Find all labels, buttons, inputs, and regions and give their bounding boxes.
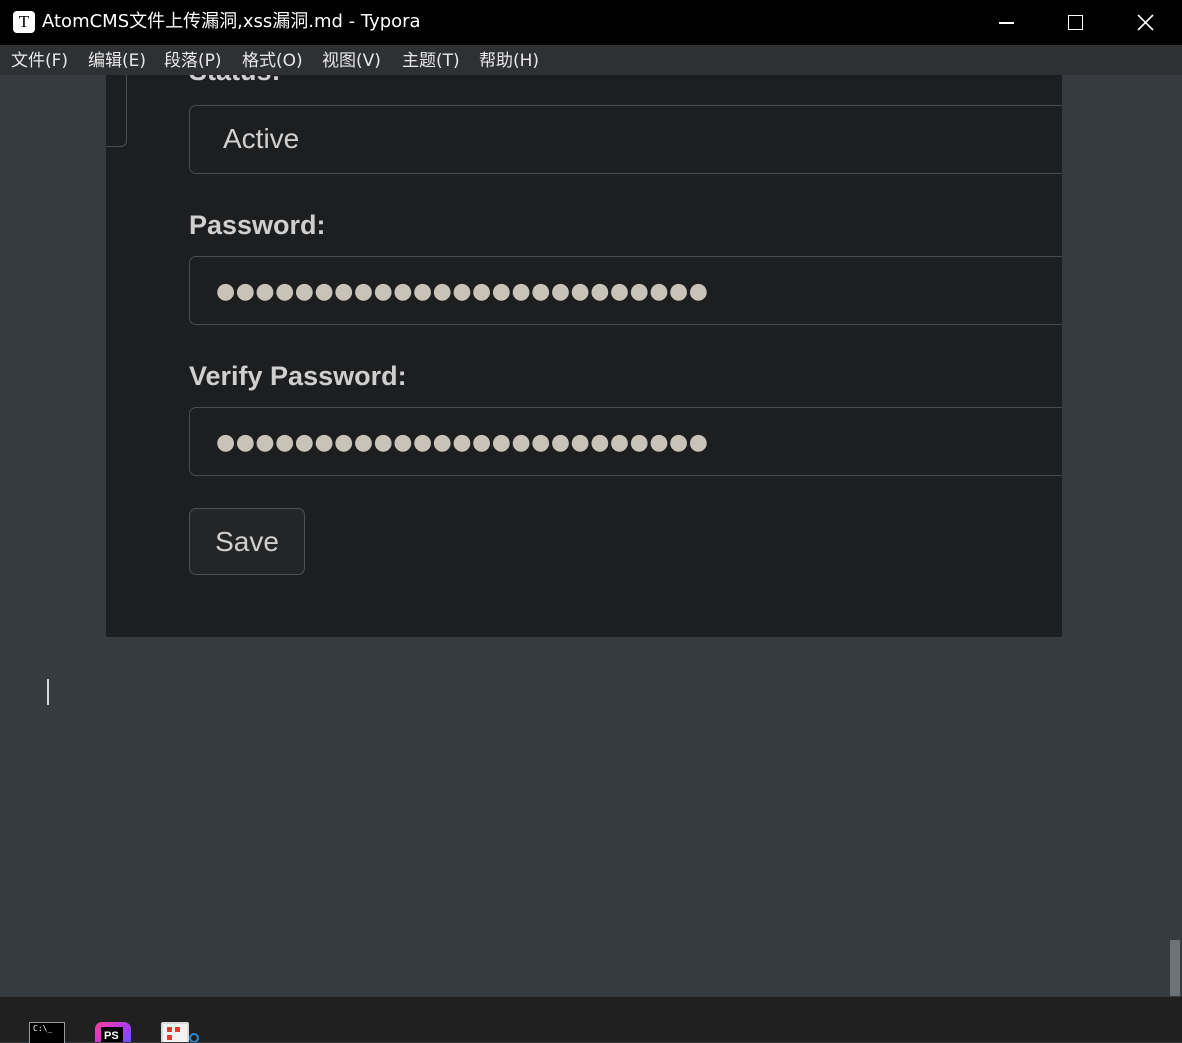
typora-app-icon[interactable]: T: [13, 11, 35, 33]
menu-paragraph[interactable]: 段落(P): [164, 51, 222, 71]
taskbar: C:\_ PS: [0, 996, 1182, 1043]
tool-square-2: [167, 1035, 172, 1040]
phpstorm-icon[interactable]: PS: [95, 1022, 131, 1042]
menu-edit[interactable]: 编辑(E): [88, 51, 146, 71]
status-value: Active: [223, 123, 300, 154]
editor-area[interactable]: Status: Active Password: ●●●●●●●●●●●●●●●…: [0, 75, 1182, 996]
status-label: Status:: [189, 75, 281, 87]
menu-help[interactable]: 帮助(H): [479, 51, 539, 71]
screenshot-tool-frame: [161, 1022, 189, 1042]
phpstorm-label: PS: [104, 1030, 119, 1042]
screenshot-panel-edge: [106, 75, 127, 147]
text-cursor: [47, 679, 49, 705]
vertical-scrollbar-thumb[interactable]: [1170, 940, 1180, 996]
terminal-prompt: C:\_: [33, 1024, 53, 1033]
close-icon: [1137, 14, 1154, 31]
password-dots: ●●●●●●●●●●●●●●●●●●●●●●●●●: [216, 279, 709, 304]
minimize-button[interactable]: [970, 0, 1040, 45]
menu-format[interactable]: 格式(O): [242, 51, 303, 71]
verify-password-dots: ●●●●●●●●●●●●●●●●●●●●●●●●●: [216, 430, 709, 455]
menu-file[interactable]: 文件(F): [11, 51, 68, 71]
menu-theme[interactable]: 主题(T): [402, 51, 460, 71]
maximize-icon: [1068, 15, 1083, 30]
window-title: AtomCMS文件上传漏洞,xss漏洞.md - Typora: [42, 11, 421, 32]
password-label: Password:: [189, 210, 326, 240]
title-bar: T AtomCMS文件上传漏洞,xss漏洞.md - Typora: [0, 0, 1182, 45]
tool-square-1: [167, 1027, 172, 1032]
menu-view[interactable]: 视图(V): [322, 51, 381, 71]
verify-password-label: Verify Password:: [189, 361, 407, 391]
terminal-icon[interactable]: C:\_: [29, 1022, 65, 1043]
screenshot-tool-icon[interactable]: [160, 1022, 200, 1042]
status-field: Active: [189, 105, 1062, 174]
tool-square-3: [175, 1027, 180, 1032]
maximize-button[interactable]: [1040, 0, 1110, 45]
minimize-icon: [999, 22, 1014, 24]
password-field: ●●●●●●●●●●●●●●●●●●●●●●●●●: [189, 256, 1062, 325]
save-button: Save: [189, 508, 305, 575]
embedded-screenshot[interactable]: Status: Active Password: ●●●●●●●●●●●●●●●…: [106, 75, 1062, 637]
menu-bar: 文件(F) 编辑(E) 段落(P) 格式(O) 视图(V) 主题(T) 帮助(H…: [0, 45, 1182, 75]
verify-password-field: ●●●●●●●●●●●●●●●●●●●●●●●●●: [189, 407, 1062, 476]
close-button[interactable]: [1110, 0, 1180, 45]
